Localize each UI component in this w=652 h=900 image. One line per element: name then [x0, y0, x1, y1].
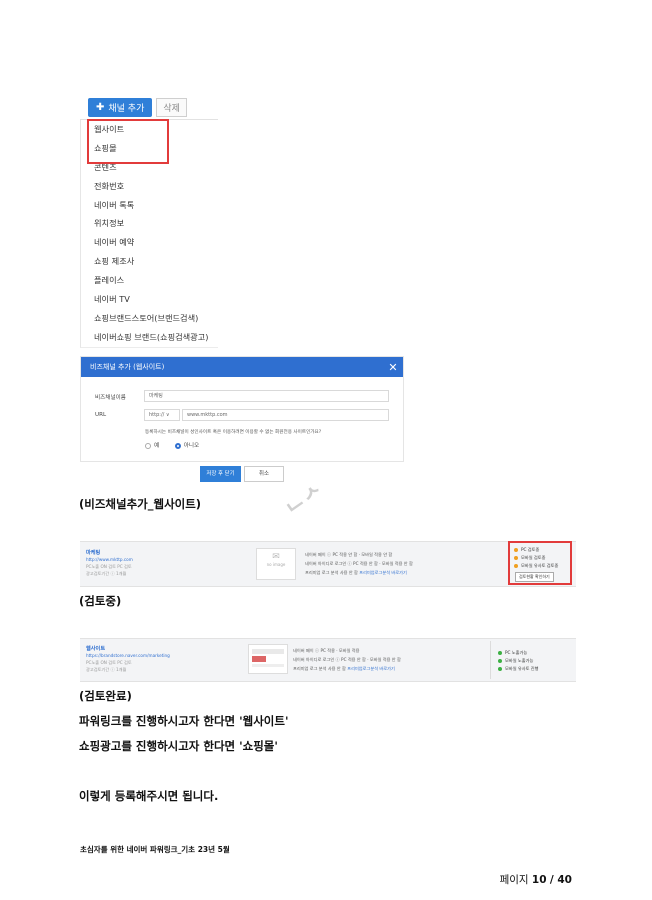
strip2-status-pc: PC 노출가능: [498, 650, 527, 656]
strip1-desc-pay: 네이버 페이 ⓘ PC 적용 안 함 · 모바일 적용 안 함: [305, 552, 393, 557]
strip1-meta: PC노출 ON 검토 PC 검토: [86, 564, 132, 569]
menu-item-shopping-brand[interactable]: 네이버쇼핑 브랜드(쇼핑검색광고): [81, 328, 218, 347]
strip2-log-link[interactable]: 프리미엄로그분석 바로가기: [347, 666, 395, 671]
strip2-title[interactable]: 웹사이트: [86, 645, 105, 652]
radio-no[interactable]: [174, 442, 181, 449]
strip2-desc-log: 프리미엄 로그 분석 사용 안 함 프리미엄로그분석 바로가기: [293, 666, 395, 672]
close-icon[interactable]: ✕: [383, 361, 403, 374]
radio-group: 예 아니오: [145, 441, 199, 449]
menu-item-brandstore[interactable]: 쇼핑브랜드스토어(브랜드검색): [81, 309, 218, 328]
strip1-thumb-label: no image: [266, 562, 286, 567]
radio-yes-label: 예: [154, 443, 160, 449]
approved-dot-icon: [498, 659, 502, 663]
approved-dot-icon: [498, 651, 502, 655]
strip1-desc-log: 프리미엄 로그 분석 사용 안 함 프리미엄로그분석 바로가기: [305, 570, 407, 576]
menu-item-manufacturer[interactable]: 쇼핑 제조사: [81, 252, 218, 271]
menu-item-location[interactable]: 위치정보: [81, 214, 218, 233]
adult-question: 등록하시는 비즈채널이 성인사이트 혹은 이용하려면 이용할 수 없는 회원전용…: [145, 430, 322, 435]
thumb-bar: [252, 649, 284, 654]
strip2-status-mobile: 모바일 노출가능: [498, 658, 533, 664]
thumb-image: [252, 656, 266, 662]
protocol-select[interactable]: http:// ∨: [144, 409, 180, 421]
page-total: / 40: [549, 874, 572, 886]
menu-item-booking[interactable]: 네이버 예약: [81, 233, 218, 252]
caption-reviewed: (검토완료): [79, 689, 132, 703]
page-current: 10: [531, 874, 547, 886]
mail-icon: ✉: [272, 552, 280, 562]
strip1-period: 광고검토기간 ⓘ 1개월: [86, 571, 127, 576]
add-channel-label: 채널 추가: [108, 104, 145, 114]
strip2-status-similar: 모바일 유사토 진행: [498, 666, 538, 672]
strip2-status-pc-text: PC 노출가능: [505, 650, 528, 655]
strip2-desc-log-text: 프리미엄 로그 분석 사용 안 함: [293, 666, 346, 671]
menu-item-talktalk[interactable]: 네이버 톡톡: [81, 196, 218, 215]
strip1-thumbnail: ✉ no image: [256, 548, 296, 580]
page-indicator: 페이지 10 / 40: [500, 872, 572, 887]
thumb-bar: [252, 664, 284, 667]
strip1-desc-login: 네이버 아이디로 로그인 ⓘ PC 적용 안 함 · 모바일 적용 안 함: [305, 561, 413, 566]
strip2-status-similar-text: 모바일 유사토 진행: [505, 666, 539, 671]
watermark: ᄂᄼ: [283, 480, 333, 526]
menu-item-phone[interactable]: 전화번호: [81, 177, 218, 196]
strip2-thumbnail: [248, 644, 288, 674]
strip1-log-link[interactable]: 프리미엄로그분석 바로가기: [359, 570, 407, 575]
radio-no-label: 아니오: [183, 443, 200, 449]
strip2-meta: PC노출 ON 검토 PC 검토: [86, 660, 132, 665]
page-label: 페이지: [499, 874, 529, 886]
strip2-desc-login: 네이버 아이디로 로그인 ⓘ PC 적용 안 함 · 모바일 적용 안 함: [293, 657, 401, 662]
save-close-button[interactable]: 저장 후 닫기: [200, 466, 241, 482]
strip2-divider: [490, 641, 491, 679]
strip1-url[interactable]: http://www.mkttp.com: [86, 557, 133, 562]
add-channel-button[interactable]: ✚ 채널 추가: [88, 98, 153, 117]
menu-highlight-box: [87, 119, 169, 164]
name-field[interactable]: 마케팅: [144, 390, 389, 402]
body-line-register: 이렇게 등록해주시면 됩니다.: [79, 789, 219, 803]
strip2-desc-pay: 네이버 페이 ⓘ PC 적용 · 모바일 적용: [293, 648, 360, 653]
strip2-status-mobile-text: 모바일 노출가능: [505, 658, 534, 663]
body-line-shopping: 쇼핑광고를 진행하시고자 한다면 '쇼핑몰': [79, 739, 278, 753]
delete-button[interactable]: 삭제: [156, 98, 187, 117]
url-field[interactable]: www.mkttp.com: [182, 409, 389, 421]
cancel-button[interactable]: 취소: [244, 466, 284, 482]
plus-icon: ✚: [96, 102, 105, 113]
radio-yes[interactable]: [145, 442, 151, 449]
dialog-header: 비즈채널 추가 (웹사이트) ✕: [81, 357, 403, 377]
strip1-title[interactable]: 마케팅: [86, 549, 100, 556]
caption-reviewing: (검토중): [79, 594, 122, 608]
name-label: 비즈채널이름: [95, 395, 126, 401]
menu-item-naver-tv[interactable]: 네이버 TV: [81, 290, 218, 309]
strip2-period: 광고검토기간 ⓘ 1개월: [86, 667, 127, 672]
menu-item-place[interactable]: 플레이스: [81, 271, 218, 290]
status-highlight-box: [508, 541, 572, 585]
strip2-url[interactable]: https://brandstore.naver.com/marketing: [86, 653, 170, 658]
footnote: 초심자를 위한 네이버 파워링크_기초 23년 5월: [80, 845, 230, 854]
approved-dot-icon: [498, 667, 502, 671]
channel-toolbar: ✚ 채널 추가 삭제: [88, 98, 187, 117]
url-label: URL: [95, 412, 107, 418]
body-line-powerlink: 파워링크를 진행하시고자 한다면 '웹사이트': [79, 714, 289, 728]
caption-biz-channel: (비즈채널추가_웹사이트): [79, 497, 202, 511]
dialog-title: 비즈채널 추가 (웹사이트): [90, 363, 165, 371]
strip1-desc-log-text: 프리미엄 로그 분석 사용 안 함: [305, 570, 358, 575]
